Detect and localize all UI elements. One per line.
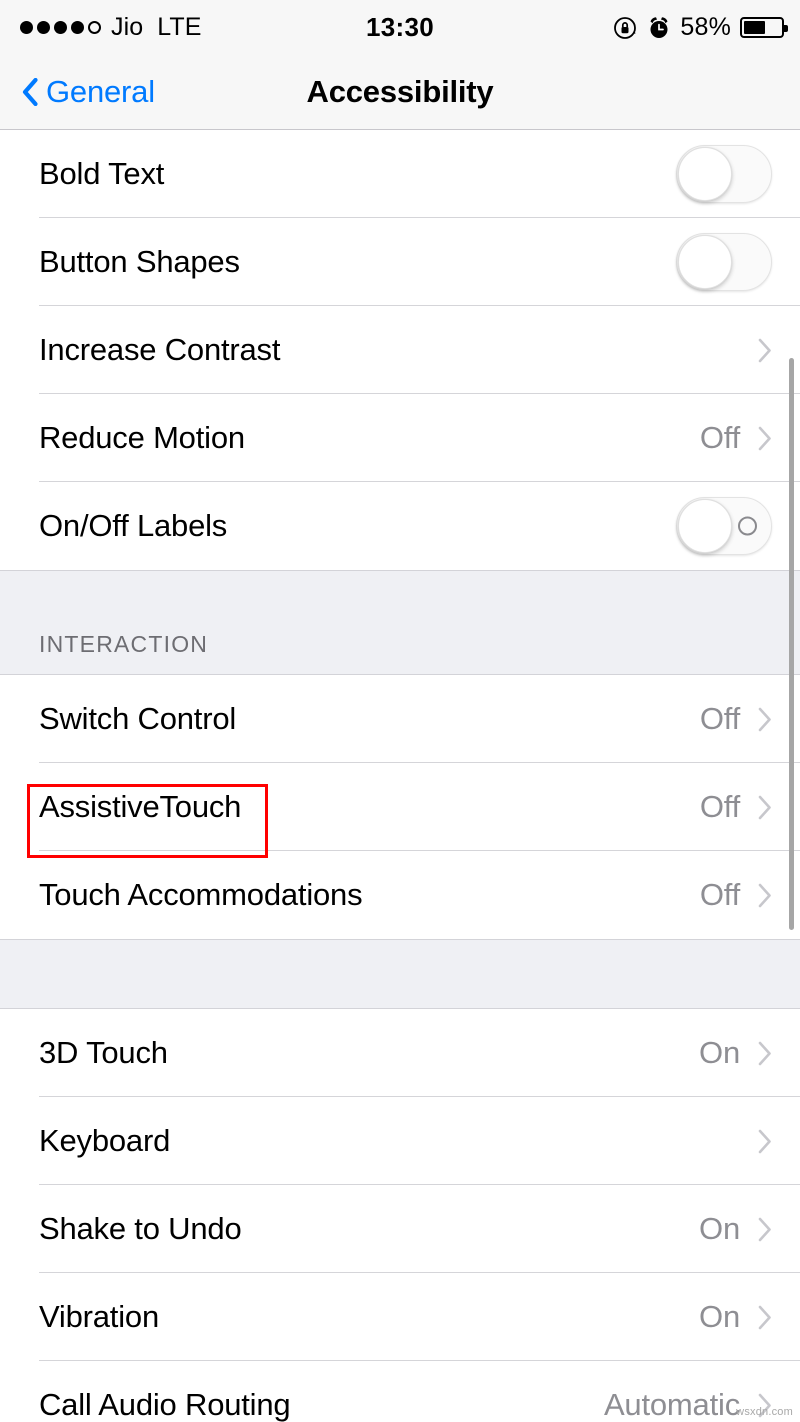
row-label: On/Off Labels — [39, 508, 228, 543]
battery-percent-label: 58% — [680, 13, 731, 41]
chevron-left-icon — [22, 78, 38, 106]
toggle-switch-bold-text[interactable] — [676, 145, 772, 203]
settings-row-on-off-labels[interactable]: On/Off Labels — [0, 482, 800, 570]
row-accessory: Off — [700, 789, 772, 825]
section-header-label: INTERACTION — [39, 631, 209, 657]
battery-icon — [740, 17, 788, 38]
back-button[interactable]: General — [0, 74, 155, 110]
settings-row-switch-control[interactable]: Switch Control Off — [0, 675, 800, 763]
settings-row-vibration[interactable]: Vibration On — [0, 1273, 800, 1361]
status-bar-right: 58% — [612, 13, 788, 42]
row-label: Reduce Motion — [39, 420, 245, 455]
watermark: wsxdn.com — [736, 1406, 793, 1418]
chevron-right-icon — [758, 795, 771, 819]
row-value: Off — [699, 701, 740, 736]
back-button-label: General — [46, 74, 155, 109]
settings-row-3d-touch[interactable]: 3D Touch On — [0, 1009, 800, 1097]
row-value: Automatic — [603, 1387, 740, 1422]
toggle-knob — [678, 235, 732, 289]
chevron-right-icon — [758, 426, 771, 450]
chevron-right-icon — [758, 1305, 771, 1329]
row-label: AssistiveTouch — [39, 789, 242, 824]
row-label: Call Audio Routing — [39, 1387, 291, 1422]
row-accessory: Off — [700, 877, 772, 913]
settings-group-3: 3D Touch On Keyboard Shake to Undo On Vibrati… — [0, 1009, 800, 1422]
toggle-off-label-icon — [738, 516, 757, 536]
toggle-switch-on-off-labels[interactable] — [676, 497, 772, 555]
iphone-settings-screen: Jio LTE 13:30 58% General Accessibility … — [0, 0, 800, 1422]
row-accessory — [676, 145, 772, 203]
row-label: Shake to Undo — [39, 1211, 242, 1246]
chevron-right-icon — [758, 1041, 771, 1065]
settings-row-keyboard[interactable]: Keyboard — [0, 1097, 800, 1185]
row-accessory — [676, 497, 772, 555]
settings-row-reduce-motion[interactable]: Reduce Motion Off — [0, 394, 800, 482]
row-label: Button Shapes — [39, 244, 240, 279]
section-header-interaction: INTERACTION — [0, 570, 800, 675]
row-accessory: On — [699, 1299, 772, 1335]
chevron-right-icon — [758, 338, 771, 362]
row-value: On — [699, 1035, 740, 1070]
alarm-clock-icon — [650, 16, 668, 38]
status-bar: Jio LTE 13:30 58% — [0, 0, 800, 55]
battery-fill — [744, 21, 765, 34]
row-accessory — [758, 338, 772, 363]
row-accessory: On — [699, 1211, 772, 1247]
row-label: 3D Touch — [39, 1035, 168, 1070]
page-title: Accessibility — [306, 74, 494, 109]
toggle-switch-button-shapes[interactable] — [676, 233, 772, 291]
section-spacer-2 — [0, 939, 800, 1009]
row-label: Bold Text — [39, 156, 165, 191]
row-accessory — [758, 1129, 772, 1154]
row-label: Keyboard — [39, 1123, 171, 1158]
vertical-scrollbar[interactable] — [789, 358, 794, 930]
row-value: On — [699, 1299, 740, 1334]
row-label: Increase Contrast — [39, 332, 281, 367]
settings-row-call-audio-routing[interactable]: Call Audio Routing Automatic — [0, 1361, 800, 1422]
row-label: Switch Control — [39, 701, 237, 736]
row-label: Touch Accommodations — [39, 877, 363, 912]
chevron-right-icon — [758, 1129, 771, 1153]
row-accessory: On — [699, 1035, 772, 1071]
settings-row-bold-text[interactable]: Bold Text — [0, 130, 800, 218]
row-value: Off — [699, 420, 740, 455]
settings-row-shake-to-undo[interactable]: Shake to Undo On — [0, 1185, 800, 1273]
settings-row-assistivetouch[interactable]: AssistiveTouch Off — [0, 763, 800, 851]
settings-list[interactable]: Bold Text Button Shapes Increase Contrast R… — [0, 130, 800, 1422]
row-value: On — [699, 1211, 740, 1246]
row-value: Off — [699, 789, 740, 824]
settings-row-touch-accommodations[interactable]: Touch Accommodations Off — [0, 851, 800, 939]
toggle-knob — [678, 499, 732, 553]
rotation-lock-icon — [614, 16, 637, 39]
settings-row-button-shapes[interactable]: Button Shapes — [0, 218, 800, 306]
chevron-right-icon — [758, 883, 771, 907]
row-value: Off — [699, 877, 740, 912]
navigation-bar: General Accessibility — [0, 55, 800, 130]
settings-row-increase-contrast[interactable]: Increase Contrast — [0, 306, 800, 394]
settings-group-1: Bold Text Button Shapes Increase Contrast R… — [0, 130, 800, 570]
row-accessory — [676, 233, 772, 291]
chevron-right-icon — [758, 1217, 771, 1241]
row-accessory: Off — [700, 420, 772, 456]
chevron-right-icon — [758, 707, 771, 731]
row-accessory: Off — [700, 701, 772, 737]
row-label: Vibration — [39, 1299, 159, 1334]
toggle-knob — [678, 147, 732, 201]
settings-group-2: Switch Control Off AssistiveTouch Off Touch … — [0, 675, 800, 939]
